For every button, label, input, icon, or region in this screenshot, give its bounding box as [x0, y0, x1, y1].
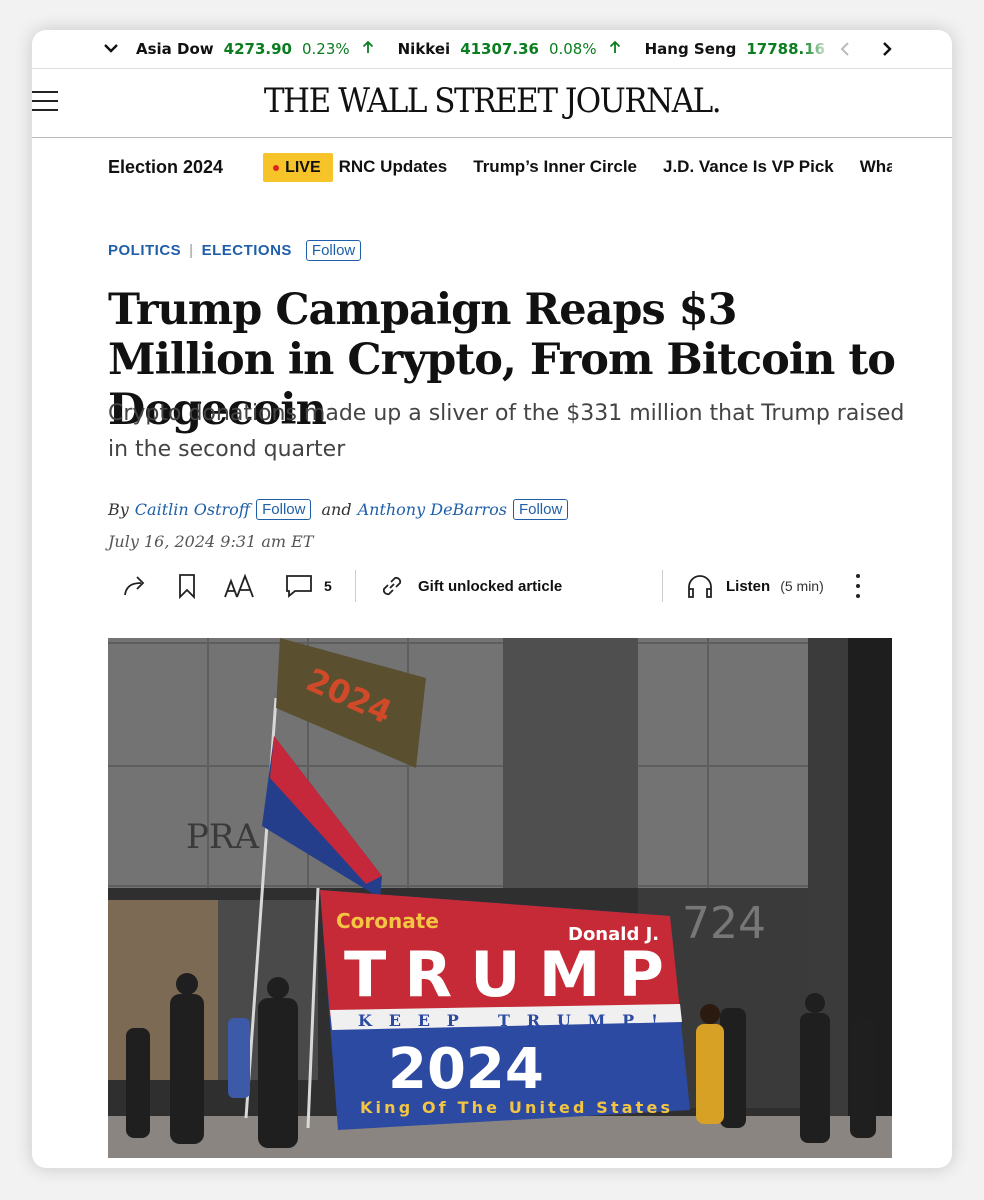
ticker-value: 41307.36	[460, 40, 539, 58]
text-size-icon	[224, 573, 254, 598]
ticker-change: 0.23%	[301, 40, 350, 58]
building-sign: PRA	[186, 817, 259, 857]
link-icon	[382, 576, 402, 596]
chevron-left-icon[interactable]	[830, 30, 860, 68]
live-dot-icon	[273, 164, 280, 171]
author-link[interactable]: Anthony DeBarros	[358, 500, 507, 519]
text-size-button[interactable]	[223, 566, 257, 606]
follow-author-button[interactable]: Follow	[512, 499, 569, 520]
ticker-value: 4273.90	[223, 40, 292, 58]
share-icon	[124, 576, 145, 596]
nav-link-vance[interactable]: J.D. Vance Is VP Pick	[663, 157, 834, 177]
masthead: THE WALL STREET JOURNAL.	[32, 69, 952, 137]
author-link[interactable]: Caitlin Ostroff	[135, 500, 250, 519]
article-dek: Crypto donations made up a sliver of the…	[108, 401, 905, 462]
article-date: July 16, 2024 9:31 am ET	[108, 532, 314, 551]
live-badge[interactable]: LIVE	[263, 152, 333, 182]
ticker-item-asia-dow[interactable]: Asia Dow 4273.90 0.23%	[136, 40, 398, 58]
listen-label: Listen	[726, 577, 771, 595]
gift-article-button[interactable]: Gift unlocked article	[378, 566, 562, 606]
gift-article-label: Gift unlocked article	[418, 577, 563, 595]
photo-illustration: PRA 724 2024 Coronate Donald J. TRUMP KE…	[108, 638, 892, 1158]
byline: By Caitlin Ostroff Follow and Anthony De…	[108, 499, 578, 520]
chevron-right-icon[interactable]	[872, 30, 902, 68]
wsj-logo[interactable]: THE WALL STREET JOURNAL.	[32, 82, 952, 121]
chevron-down-icon[interactable]	[104, 41, 136, 57]
market-ticker: Asia Dow 4273.90 0.23% Nikkei 41307.36 0…	[32, 30, 952, 68]
toolbar-divider	[662, 570, 663, 602]
arrow-up-icon	[362, 40, 374, 58]
article-toolbar: 5 Gift unlocked article Listen (5 min)	[108, 566, 892, 606]
nav-link-rnc-updates[interactable]: RNC Updates	[339, 157, 448, 177]
comment-icon	[286, 575, 312, 598]
bookmark-icon	[179, 574, 195, 599]
headphones-icon	[688, 575, 712, 598]
ticker-name: Nikkei	[397, 40, 451, 58]
building-address: 724	[682, 898, 766, 949]
kicker-separator: |	[189, 242, 194, 259]
follow-author-button[interactable]: Follow	[256, 499, 312, 520]
arrow-up-icon	[609, 40, 621, 58]
banner-bottom-text: King Of The United States	[360, 1098, 670, 1117]
kicker-elections[interactable]: ELECTIONS	[202, 242, 292, 259]
election-section-title[interactable]: Election 2024	[108, 157, 223, 178]
bookmark-button[interactable]	[178, 566, 196, 606]
election-nav: Election 2024 LIVE RNC Updates Trump’s I…	[108, 150, 892, 184]
share-button[interactable]	[122, 566, 150, 606]
comments-count: 5	[324, 578, 332, 594]
byline-by: By	[108, 500, 129, 519]
follow-topic-button[interactable]: Follow	[305, 240, 362, 261]
ticker-name: Asia Dow	[136, 40, 214, 58]
more-vertical-icon	[856, 574, 860, 598]
ticker-change: 0.08%	[548, 40, 597, 58]
byline-and: and	[321, 500, 352, 519]
banner-top-text: Coronate	[336, 909, 439, 933]
listen-duration: (5 min)	[780, 578, 824, 594]
browser-frame: Asia Dow 4273.90 0.23% Nikkei 41307.36 0…	[32, 30, 952, 1168]
ticker-fade	[802, 30, 832, 68]
kicker-politics[interactable]: POLITICS	[108, 242, 181, 259]
article-photo[interactable]: PRA 724 2024 Coronate Donald J. TRUMP KE…	[108, 638, 892, 1158]
article-kicker: POLITICS | ELECTIONS Follow	[108, 240, 362, 261]
nav-link-inner-circle[interactable]: Trump’s Inner Circle	[473, 157, 637, 177]
listen-button[interactable]: Listen (5 min)	[686, 566, 824, 606]
live-label: LIVE	[285, 158, 321, 176]
comments-button[interactable]: 5	[284, 566, 332, 606]
banner-year-text: 2024	[388, 1037, 544, 1102]
ticker-name: Hang Seng	[644, 40, 737, 58]
nav-link-what[interactable]: What	[860, 157, 892, 177]
ticker-item-nikkei[interactable]: Nikkei 41307.36 0.08%	[398, 40, 645, 58]
divider	[32, 137, 952, 138]
toolbar-divider	[355, 570, 356, 602]
more-options-button[interactable]	[854, 566, 862, 606]
